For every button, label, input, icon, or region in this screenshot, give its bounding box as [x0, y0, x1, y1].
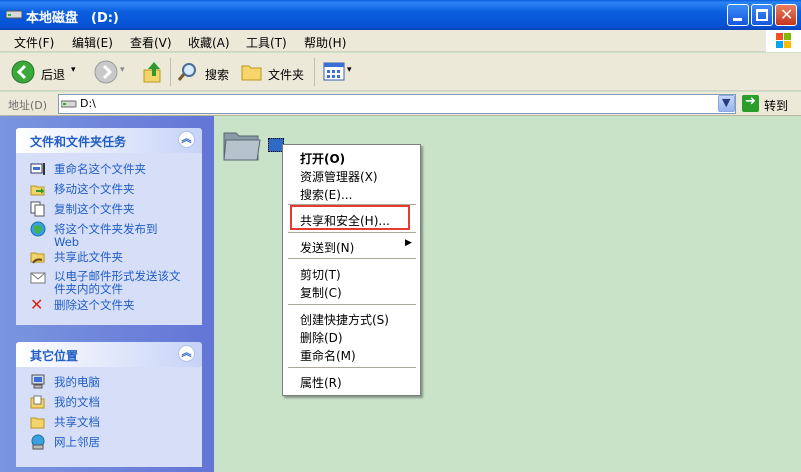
- address-dropdown-button[interactable]: ▼: [718, 95, 735, 112]
- back-button[interactable]: 后退 ▾: [6, 57, 88, 87]
- back-dropdown-icon: ▾: [71, 65, 76, 75]
- back-label: 后退: [41, 68, 66, 82]
- task-rename-folder[interactable]: 重命名这个文件夹: [54, 163, 146, 176]
- share-folder-icon: [30, 252, 45, 264]
- folders-button[interactable]: 文件夹: [238, 57, 310, 87]
- drive-icon: [6, 10, 22, 19]
- menu-separator: [288, 304, 416, 305]
- ctx-properties[interactable]: 属性(R): [300, 374, 342, 391]
- task-email-files[interactable]: 以电子邮件形式发送该文件夹内的文件: [54, 270, 184, 296]
- close-icon: ✕: [780, 5, 794, 24]
- menu-separator: [288, 232, 416, 233]
- forward-dropdown-icon: ▾: [120, 65, 125, 75]
- views-button[interactable]: ▾: [320, 57, 356, 87]
- folders-label: 文件夹: [268, 68, 305, 82]
- menu-tools[interactable]: 工具(T): [246, 34, 287, 51]
- task-delete-folder[interactable]: 删除这个文件夹: [54, 299, 135, 312]
- task-copy-folder[interactable]: 复制这个文件夹: [54, 203, 135, 216]
- task-publish-web[interactable]: 将这个文件夹发布到 Web: [54, 223, 184, 249]
- menu-bar: [0, 30, 801, 52]
- ctx-create-shortcut[interactable]: 创建快捷方式(S): [300, 311, 389, 328]
- back-arrow-icon: [11, 60, 35, 84]
- delete-icon: ✕: [30, 295, 44, 314]
- rename-icon: [30, 163, 45, 175]
- toolbar-separator: [314, 58, 315, 86]
- search-label: 搜索: [205, 68, 230, 82]
- address-input[interactable]: [58, 94, 736, 114]
- menu-favorites[interactable]: 收藏(A): [188, 34, 230, 51]
- folders-icon: [241, 65, 262, 81]
- forward-arrow-icon: [94, 60, 118, 84]
- place-my-documents[interactable]: 我的文档: [54, 396, 100, 409]
- title-bar[interactable]: [0, 0, 801, 30]
- minimize-icon: [733, 18, 742, 21]
- menu-file[interactable]: 文件(F): [14, 34, 54, 51]
- address-value: D:\: [80, 97, 96, 110]
- maximize-icon: [756, 9, 768, 21]
- go-button[interactable]: 转到: [764, 97, 788, 114]
- search-icon: [177, 63, 196, 81]
- folder-icon[interactable]: [222, 127, 262, 163]
- file-tasks-title: 文件和文件夹任务: [30, 135, 127, 149]
- close-button[interactable]: ✕: [775, 4, 797, 26]
- chevron-down-icon: ▼: [722, 96, 731, 109]
- web-publish-icon: [30, 221, 46, 237]
- collapse-chevron-icon[interactable]: ︽: [178, 345, 195, 362]
- drive-icon: [61, 100, 77, 108]
- collapse-chevron-icon[interactable]: ︽: [178, 131, 195, 148]
- up-folder-button[interactable]: [140, 57, 166, 87]
- ctx-explorer[interactable]: 资源管理器(X): [300, 168, 378, 185]
- ctx-open[interactable]: 打开(O): [300, 150, 345, 167]
- email-icon: [30, 272, 46, 284]
- network-places-icon: [31, 434, 45, 450]
- ctx-copy[interactable]: 复制(C): [300, 284, 342, 301]
- minimize-button[interactable]: [727, 4, 749, 26]
- task-share-folder[interactable]: 共享此文件夹: [54, 251, 123, 264]
- menu-help[interactable]: 帮助(H): [304, 34, 346, 51]
- address-label: 地址(D): [8, 99, 48, 112]
- ctx-send-to[interactable]: 发送到(N): [300, 239, 354, 256]
- toolbar-separator: [170, 58, 171, 86]
- shared-documents-icon: [30, 417, 45, 429]
- ctx-search[interactable]: 搜索(E)...: [300, 186, 352, 203]
- menu-separator: [288, 258, 416, 259]
- ctx-delete[interactable]: 删除(D): [300, 329, 343, 346]
- other-places-title: 其它位置: [30, 349, 79, 363]
- views-dropdown-icon: ▾: [347, 65, 352, 75]
- ctx-cut[interactable]: 剪切(T): [300, 266, 341, 283]
- my-documents-icon: [30, 395, 45, 409]
- views-icon: [323, 62, 345, 81]
- windows-flag-icon: [776, 33, 791, 48]
- menu-view[interactable]: 查看(V): [130, 34, 172, 51]
- move-icon: [30, 185, 45, 196]
- ctx-rename[interactable]: 重命名(M): [300, 347, 356, 364]
- menu-edit[interactable]: 编辑(E): [72, 34, 113, 51]
- copy-icon: [30, 201, 45, 217]
- my-computer-icon: [31, 374, 45, 389]
- submenu-arrow-icon: ▶: [405, 238, 412, 248]
- place-shared-documents[interactable]: 共享文档: [54, 416, 100, 429]
- windows-logo: [766, 30, 801, 52]
- folder-up-icon: [143, 62, 161, 83]
- highlight-box: [290, 205, 410, 230]
- search-button[interactable]: 搜索: [175, 57, 235, 87]
- window-title: 本地磁盘 (D:): [26, 11, 119, 26]
- place-my-computer[interactable]: 我的电脑: [54, 376, 100, 389]
- place-network[interactable]: 网上邻居: [54, 436, 100, 449]
- task-move-folder[interactable]: 移动这个文件夹: [54, 183, 135, 196]
- forward-button[interactable]: ▾: [92, 57, 130, 87]
- go-arrow-icon[interactable]: ➜: [742, 94, 759, 112]
- maximize-button[interactable]: [751, 4, 773, 26]
- menu-separator: [288, 367, 416, 368]
